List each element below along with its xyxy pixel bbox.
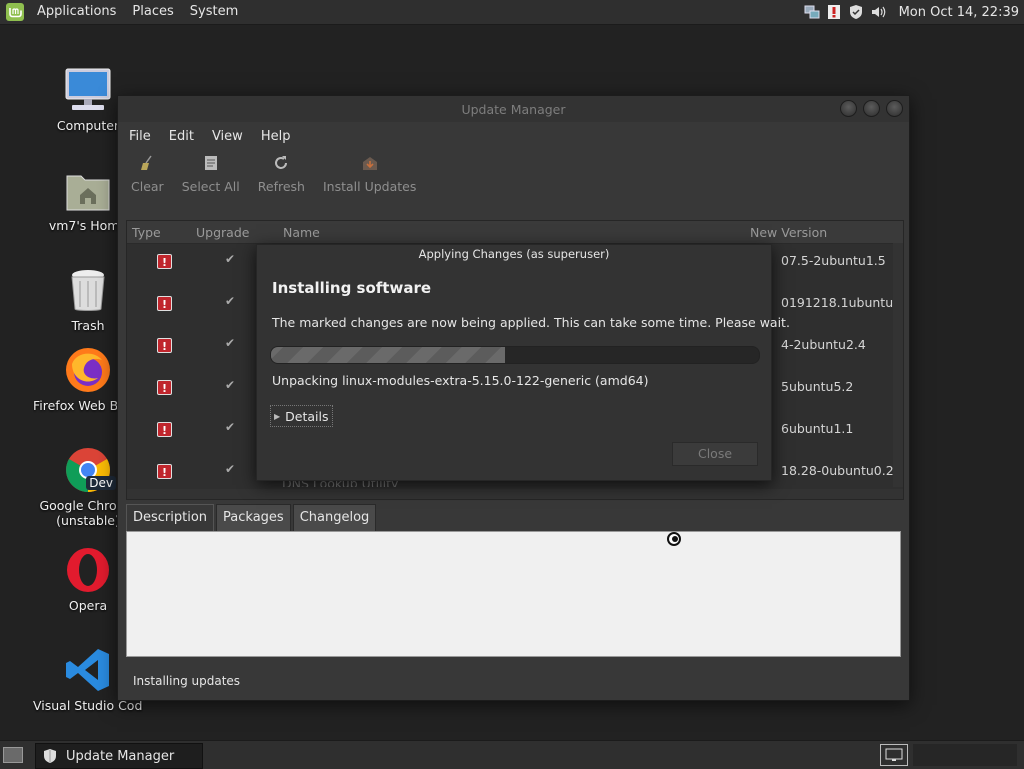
info-tabs: Description Packages Changelog xyxy=(126,504,378,531)
opera-icon xyxy=(64,546,112,594)
close-button[interactable]: Close xyxy=(672,442,758,466)
dialog-message: The marked changes are now being applied… xyxy=(272,315,790,330)
dialog-title: Applying Changes (as superuser) xyxy=(418,247,610,261)
system-tray: Mon Oct 14, 22:39 xyxy=(801,0,1024,24)
home-folder-icon xyxy=(64,166,112,214)
security-update-icon: ! xyxy=(157,380,172,395)
menu-file[interactable]: File xyxy=(120,129,160,144)
busy-cursor-icon xyxy=(667,532,681,546)
expander-arrow-icon: ▶ xyxy=(274,411,281,421)
upgrade-checkbox[interactable]: ✔ xyxy=(225,252,235,266)
details-label: Details xyxy=(285,408,329,424)
security-update-icon: ! xyxy=(157,254,172,269)
tab-changelog[interactable]: Changelog xyxy=(292,504,377,531)
taskbar: Update Manager xyxy=(0,740,1024,769)
select-all-icon xyxy=(202,154,220,172)
horizontal-scrollbar[interactable] xyxy=(127,489,903,499)
volume-icon[interactable] xyxy=(870,4,886,20)
vertical-scrollbar[interactable] xyxy=(893,243,903,487)
upgrade-checkbox[interactable]: ✔ xyxy=(225,420,235,434)
new-version: 18.28-0ubuntu0.22 xyxy=(781,463,893,478)
refresh-icon xyxy=(272,154,290,172)
tool-label: Clear xyxy=(131,179,164,194)
menu-edit[interactable]: Edit xyxy=(160,129,203,144)
tab-packages[interactable]: Packages xyxy=(216,504,291,531)
select-all-button[interactable]: Select All xyxy=(173,154,249,194)
column-new-version[interactable]: New Version xyxy=(750,225,827,240)
taskbar-update-manager[interactable]: Update Manager xyxy=(35,743,203,769)
titlebar[interactable]: Update Manager xyxy=(118,96,909,122)
menu-applications[interactable]: Applications xyxy=(29,0,124,24)
trash-icon xyxy=(64,266,112,314)
shield-icon xyxy=(42,748,58,764)
menu-places[interactable]: Places xyxy=(124,0,181,24)
upgrade-checkbox[interactable]: ✔ xyxy=(225,294,235,308)
chrome-dev-icon: Dev xyxy=(64,446,116,494)
security-update-icon: ! xyxy=(157,464,172,479)
new-version: 5ubuntu5.2 xyxy=(781,379,854,394)
update-alert-icon[interactable] xyxy=(826,4,842,20)
dialog-heading: Installing software xyxy=(272,279,432,297)
menubar: File Edit View Help xyxy=(118,122,909,150)
new-version: 4-2ubuntu2.4 xyxy=(781,337,866,352)
progress-fill xyxy=(271,347,506,363)
dev-badge: Dev xyxy=(86,476,116,490)
menu-help[interactable]: Help xyxy=(252,129,300,144)
taskbar-window-label: Update Manager xyxy=(66,748,175,764)
toolbar: Clear Select All Refresh Install Updates xyxy=(118,150,909,208)
mint-menu-icon[interactable] xyxy=(6,3,24,21)
install-icon xyxy=(361,154,379,172)
upgrade-checkbox[interactable]: ✔ xyxy=(225,336,235,350)
broom-icon xyxy=(138,154,156,172)
tab-description[interactable]: Description xyxy=(126,504,215,531)
upgrade-checkbox[interactable]: ✔ xyxy=(225,378,235,392)
tool-label: Select All xyxy=(181,179,240,194)
new-version: 07.5-2ubuntu1.5 xyxy=(781,253,886,268)
minimize-button[interactable] xyxy=(840,100,857,117)
security-update-icon: ! xyxy=(157,338,172,353)
applying-changes-dialog: Applying Changes (as superuser) Installi… xyxy=(256,244,790,481)
top-panel: Applications Places System Mon Oct 14, 2… xyxy=(0,0,1024,25)
window-title: Update Manager xyxy=(461,102,566,117)
menu-system[interactable]: System xyxy=(182,0,246,24)
tool-label: Refresh xyxy=(257,179,305,194)
column-upgrade[interactable]: Upgrade xyxy=(196,225,249,240)
refresh-button[interactable]: Refresh xyxy=(249,154,314,194)
show-desktop-icon[interactable] xyxy=(3,747,23,763)
clear-button[interactable]: Clear xyxy=(122,154,173,194)
close-window-button[interactable] xyxy=(886,100,903,117)
install-updates-button[interactable]: Install Updates xyxy=(314,154,425,194)
column-name[interactable]: Name xyxy=(283,225,320,240)
menu-view[interactable]: View xyxy=(203,129,252,144)
status-bar: Installing updates xyxy=(133,674,241,688)
security-update-icon: ! xyxy=(157,296,172,311)
description-pane[interactable] xyxy=(126,531,901,657)
details-expander[interactable]: ▶ Details xyxy=(270,405,333,427)
shield-icon[interactable] xyxy=(848,4,864,20)
workspace-area[interactable] xyxy=(913,744,1017,766)
network-icon[interactable] xyxy=(804,4,820,20)
security-update-icon: ! xyxy=(157,422,172,437)
vscode-icon xyxy=(64,646,112,694)
upgrade-checkbox[interactable]: ✔ xyxy=(225,462,235,476)
tool-label: Install Updates xyxy=(322,179,417,194)
workspace-switcher-icon[interactable] xyxy=(880,744,908,766)
computer-icon xyxy=(64,66,112,114)
maximize-button[interactable] xyxy=(863,100,880,117)
column-type[interactable]: Type xyxy=(132,225,161,240)
table-header: Type Upgrade Name New Version xyxy=(127,221,903,244)
dialog-status: Unpacking linux-modules-extra-5.15.0-122… xyxy=(272,373,649,388)
clock[interactable]: Mon Oct 14, 22:39 xyxy=(899,5,1019,20)
firefox-icon xyxy=(64,346,112,394)
new-version: 6ubuntu1.1 xyxy=(781,421,854,436)
new-version: 0191218.1ubuntu2 xyxy=(781,295,902,310)
progress-bar xyxy=(270,346,760,364)
